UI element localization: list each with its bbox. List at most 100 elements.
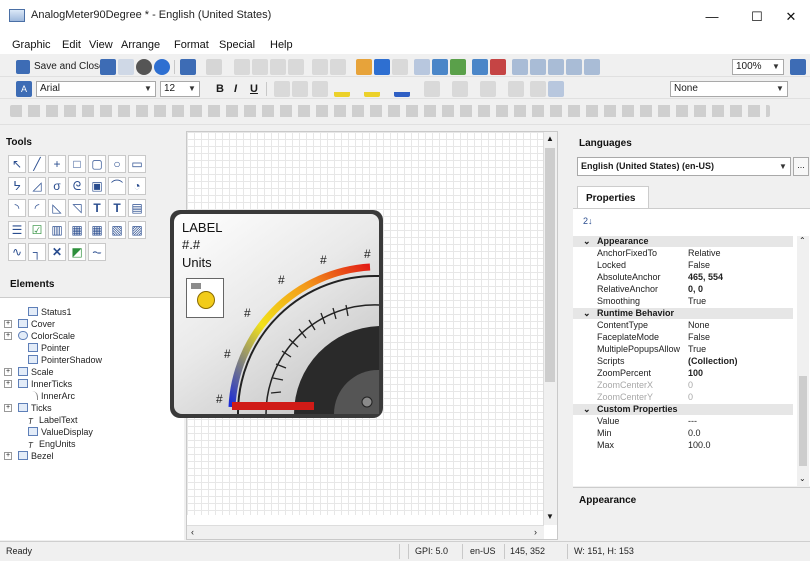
cursor-icon[interactable] — [530, 81, 546, 97]
x-tool-icon[interactable]: ✕ — [48, 243, 66, 261]
property-row[interactable]: Min 0.0 — [573, 428, 793, 439]
textbox-tool-icon[interactable]: T — [108, 199, 126, 217]
segment-tool-icon[interactable]: ◹ — [68, 199, 86, 217]
zoom-page-icon[interactable] — [584, 59, 600, 75]
scroll-thumb[interactable] — [799, 376, 807, 466]
property-row[interactable]: AbsoluteAnchor 465, 554 — [573, 272, 793, 283]
wedge-tool-icon[interactable]: ◺ — [48, 199, 66, 217]
page-icon[interactable] — [118, 59, 134, 75]
paste-icon[interactable] — [270, 59, 286, 75]
tag-icon[interactable] — [450, 59, 466, 75]
property-row[interactable]: ContentType None — [573, 320, 793, 331]
close-button[interactable]: ✕ — [771, 4, 810, 30]
horizontal-scrollbar[interactable]: ‹ › — [187, 525, 544, 539]
scroll-down-icon[interactable]: ⌄ — [799, 474, 806, 483]
tree-item-ticks[interactable]: + Ticks — [4, 402, 52, 414]
zoom-select[interactable]: 100% ▼ — [732, 59, 784, 75]
zoom-out-icon[interactable] — [512, 59, 528, 75]
record-icon[interactable] — [136, 59, 152, 75]
trend-tool-icon[interactable]: ∿ — [8, 243, 26, 261]
language-select[interactable]: English (United States) (en-US) ▼ — [577, 157, 791, 176]
collapse-icon[interactable]: ⌄ — [583, 404, 591, 415]
expand-icon[interactable]: + — [4, 380, 12, 388]
property-row[interactable]: Value --- — [573, 416, 793, 427]
property-value[interactable]: False — [688, 332, 710, 343]
property-value[interactable]: 0, 0 — [688, 284, 703, 295]
checkbox-icon[interactable] — [472, 59, 488, 75]
group-icon[interactable] — [312, 59, 328, 75]
scroll-down-icon[interactable]: ▼ — [546, 512, 554, 521]
cross-tool-icon[interactable]: + — [48, 155, 66, 173]
font-family-select[interactable]: Arial ▼ — [36, 81, 156, 97]
vertical-scrollbar[interactable]: ▲ ▼ — [543, 132, 557, 525]
menu-view[interactable]: View — [89, 39, 113, 51]
scroll-left-icon[interactable]: ‹ — [191, 527, 194, 537]
panel-toggle-icon[interactable] — [790, 59, 806, 75]
save-close-button[interactable]: Save and Close — [34, 61, 105, 72]
expand-icon[interactable]: + — [4, 368, 12, 376]
menu-special[interactable]: Special — [219, 39, 255, 51]
arrange-buttons-group[interactable] — [10, 105, 770, 117]
expand-icon[interactable]: + — [4, 332, 12, 340]
table-tool-icon[interactable]: ▧ — [108, 221, 126, 239]
scroll-right-icon[interactable]: › — [534, 527, 537, 537]
image-tool-icon[interactable]: ▣ — [88, 177, 106, 195]
ellipse-tool-icon[interactable]: ○ — [108, 155, 126, 173]
line-tool-icon[interactable]: ╱ — [28, 155, 46, 173]
fill-color-icon[interactable] — [364, 81, 380, 97]
property-value[interactable]: --- — [688, 416, 697, 427]
menu-help[interactable]: Help — [270, 39, 293, 51]
tree-item-pointer[interactable]: Pointer — [28, 342, 70, 354]
font-shrink-icon[interactable] — [292, 81, 308, 97]
expand-icon[interactable]: + — [4, 404, 12, 412]
line-style-select[interactable]: None ▼ — [670, 81, 788, 97]
symbol-tool-icon[interactable]: ◩ — [68, 243, 86, 261]
property-value[interactable]: 0.0 — [688, 428, 701, 439]
tree-item-innerarc[interactable]: InnerArc — [28, 390, 75, 402]
text-align-icon[interactable] — [480, 81, 496, 97]
combo-tool-icon[interactable]: ▥ — [48, 221, 66, 239]
menu-graphic[interactable]: Graphic — [12, 39, 51, 51]
scroll-up-icon[interactable]: ⌃ — [799, 236, 806, 245]
save-icon[interactable] — [100, 59, 116, 75]
pointer-tool-icon[interactable]: ↖ — [8, 155, 26, 173]
chord-tool-icon[interactable]: ◝ — [8, 199, 26, 217]
color-picker-icon[interactable] — [356, 59, 372, 75]
minimize-button[interactable]: — — [692, 4, 732, 30]
pie-tool-icon[interactable]: ◔ — [128, 177, 146, 195]
tree-item-cover[interactable]: + Cover — [4, 318, 55, 330]
indent-icon[interactable] — [508, 81, 524, 97]
redo-icon[interactable] — [206, 59, 222, 75]
chart-tool-icon[interactable]: ⏦ — [88, 243, 106, 261]
collapse-icon[interactable]: ⌄ — [583, 236, 591, 247]
rounded-rect-tool-icon[interactable]: ▢ — [88, 155, 106, 173]
tree-item-scale[interactable]: + Scale — [4, 366, 54, 378]
menu-format[interactable]: Format — [174, 39, 209, 51]
arc-tool-icon[interactable]: ⌒ — [108, 177, 126, 195]
line-width-icon[interactable] — [424, 81, 440, 97]
tree-item-colorscale[interactable]: + ColorScale — [4, 330, 75, 342]
collapse-icon[interactable]: ⌄ — [583, 308, 591, 319]
property-value[interactable]: 465, 554 — [688, 272, 723, 283]
property-row[interactable]: Max 100.0 — [573, 440, 793, 451]
font-size-select[interactable]: 12 ▼ — [160, 81, 200, 97]
italic-button[interactable]: I — [234, 83, 237, 95]
checkbox-tool-icon[interactable]: ☑ — [28, 221, 46, 239]
property-value[interactable]: True — [688, 344, 706, 355]
underline-button[interactable]: U — [250, 83, 258, 95]
tree-item-engunits[interactable]: T EngUnits — [28, 438, 76, 450]
tree-item-pointershadow[interactable]: PointerShadow — [28, 354, 102, 366]
tree-item-status1[interactable]: Status1 — [28, 306, 72, 318]
polyline-tool-icon[interactable]: ᔭ — [8, 177, 26, 195]
layers-icon[interactable] — [414, 59, 430, 75]
text-tool-icon[interactable]: T — [88, 199, 106, 217]
anchor-icon[interactable] — [374, 59, 390, 75]
property-row[interactable]: AnchorFixedTo Relative — [573, 248, 793, 259]
property-value[interactable]: False — [688, 260, 710, 271]
property-value[interactable]: None — [688, 320, 710, 331]
property-row[interactable]: RelativeAnchor 0, 0 — [573, 284, 793, 295]
category-custom-properties[interactable]: ⌄ Custom Properties — [573, 404, 793, 415]
tab-properties[interactable]: Properties — [577, 186, 649, 208]
image-icon[interactable] — [432, 59, 448, 75]
polygon-tool-icon[interactable]: ◿ — [28, 177, 46, 195]
